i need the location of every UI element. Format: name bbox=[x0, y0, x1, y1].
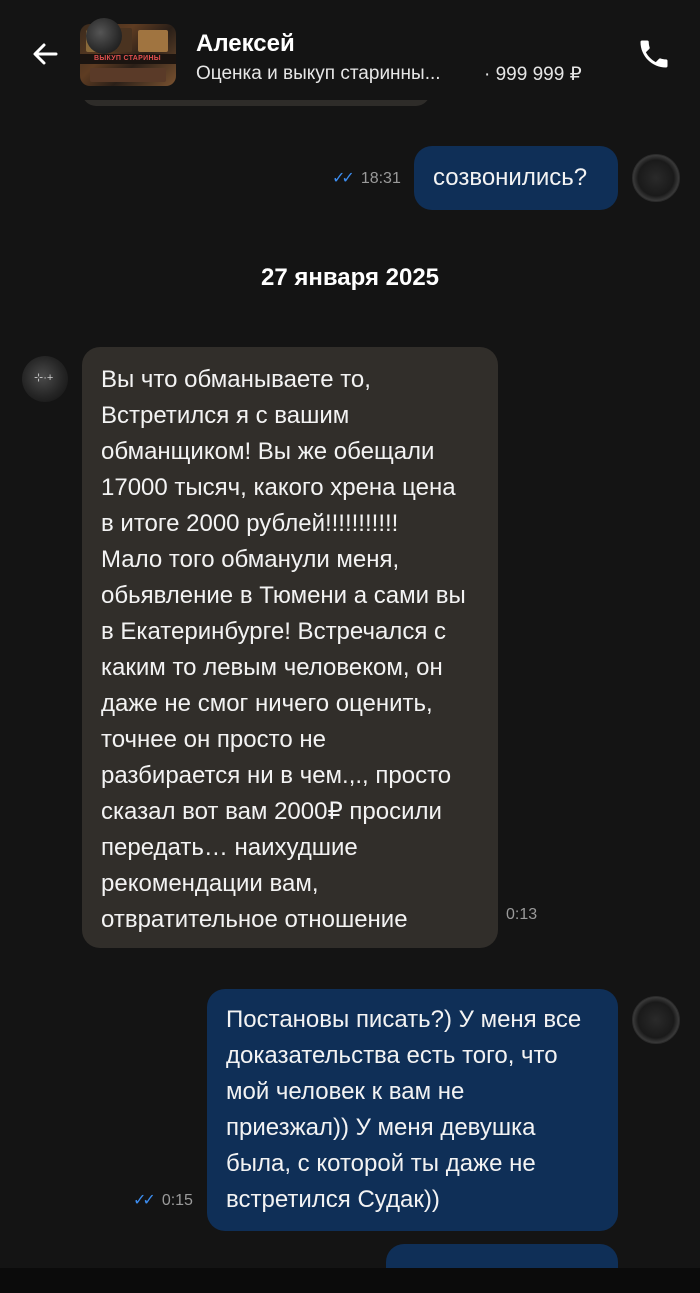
seller-avatar[interactable]: ⊹·+ bbox=[22, 356, 68, 402]
my-avatar[interactable] bbox=[632, 996, 680, 1044]
seller-name[interactable]: Алексей bbox=[196, 30, 295, 58]
thumb-image-part bbox=[138, 30, 168, 52]
message-meta: ✓✓ 0:15 bbox=[133, 1190, 193, 1210]
avatar-logo-icon: ⊹·+ bbox=[34, 372, 54, 384]
outgoing-message-bubble[interactable]: созвонились? bbox=[414, 146, 618, 210]
thumb-banner-text: ВЫКУП СТАРИНЫ bbox=[94, 55, 161, 62]
my-avatar[interactable] bbox=[632, 154, 680, 202]
message-time: 0:15 bbox=[161, 1192, 193, 1209]
bottom-bar bbox=[0, 1268, 700, 1293]
message-time: 0:13 bbox=[506, 906, 538, 923]
chat-header: ВЫКУП СТАРИНЫ Алексей Оценка и выкуп ста… bbox=[0, 0, 700, 100]
double-check-icon: ✓✓ bbox=[133, 1192, 156, 1209]
phone-icon[interactable] bbox=[636, 36, 672, 72]
thumb-image-part bbox=[90, 68, 166, 82]
date-separator: 27 января 2025 bbox=[260, 264, 440, 291]
seller-avatar[interactable] bbox=[86, 18, 122, 54]
message-meta: ✓✓ 18:31 bbox=[332, 168, 401, 188]
back-arrow-icon[interactable] bbox=[26, 34, 66, 74]
listing-price: · 999 999 ₽ bbox=[484, 64, 582, 85]
listing-title[interactable]: Оценка и выкуп старинны... bbox=[196, 63, 441, 85]
message-time: 18:31 bbox=[360, 170, 401, 187]
incoming-message-bubble[interactable]: Вы что обманываете то, Встретился я с ва… bbox=[82, 347, 498, 948]
outgoing-message-bubble[interactable]: Постановы писать?) У меня все доказатель… bbox=[207, 989, 618, 1231]
double-check-icon: ✓✓ bbox=[332, 170, 355, 187]
